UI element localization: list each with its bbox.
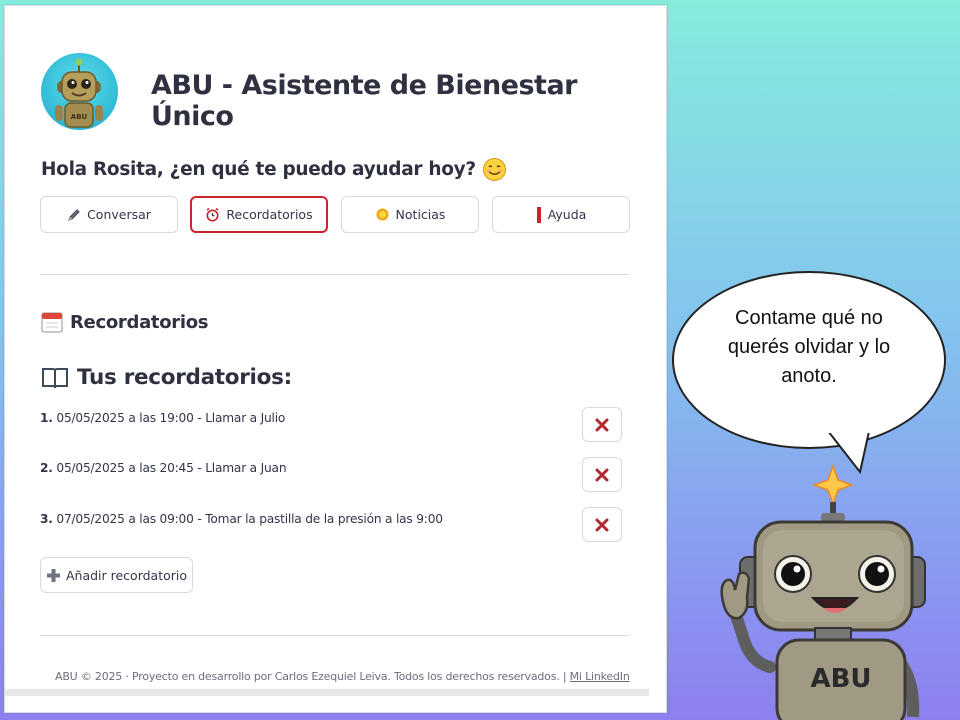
speech-bubble: Contame qué no querés olvidar y lo anoto… xyxy=(672,271,946,449)
robot-logo-icon: ABU xyxy=(55,58,103,128)
reminder-text: 07/05/2025 a las 09:00 - Tomar la pastil… xyxy=(56,512,443,526)
delete-reminder-button[interactable] xyxy=(582,507,622,542)
plus-icon xyxy=(46,568,60,582)
delete-reminder-button[interactable] xyxy=(582,407,622,442)
horizontal-scrollbar[interactable] xyxy=(5,689,649,696)
close-icon xyxy=(595,418,609,431)
reminder-number: 2. xyxy=(40,461,53,475)
nav-ayuda-label: Ayuda xyxy=(547,207,587,222)
sun-icon xyxy=(376,208,389,221)
logo-label: ABU xyxy=(71,113,88,121)
add-reminder-button[interactable]: Añadir recordatorio xyxy=(40,557,193,593)
nav-recordatorios-button[interactable]: Recordatorios xyxy=(190,196,328,233)
nav-ayuda-button[interactable]: Ayuda xyxy=(492,196,630,233)
reminder-item: 3. 07/05/2025 a las 09:00 - Tomar la pas… xyxy=(40,512,443,526)
calendar-icon xyxy=(41,312,63,333)
footer-text: ABU © 2025 · Proyecto en desarrollo por … xyxy=(55,670,567,683)
abu-logo: ABU xyxy=(41,53,118,130)
close-icon xyxy=(595,468,609,481)
alarm-clock-icon xyxy=(206,207,219,222)
section-title: Recordatorios xyxy=(41,311,209,333)
open-book-icon xyxy=(42,367,68,388)
greeting: Hola Rosita, ¿en qué te puedo ayudar hoy… xyxy=(41,157,507,182)
nav-conversar-label: Conversar xyxy=(87,207,151,222)
close-icon xyxy=(595,518,609,531)
nav-recordatorios-label: Recordatorios xyxy=(226,207,313,222)
sparkle-icon xyxy=(811,463,855,507)
pencil-icon xyxy=(68,208,80,221)
section-title-text: Recordatorios xyxy=(70,311,209,333)
mascot-label: ABU xyxy=(810,664,871,694)
reminder-text: 05/05/2025 a las 20:45 - Llamar a Juan xyxy=(56,461,287,475)
nav-noticias-label: Noticias xyxy=(395,207,446,222)
divider-top xyxy=(40,274,629,275)
reminders-subtitle: Tus recordatorios: xyxy=(41,365,292,390)
divider-bottom xyxy=(40,635,629,636)
nav-noticias-button[interactable]: Noticias xyxy=(341,196,479,233)
reminder-text: 05/05/2025 a las 19:00 - Llamar a Julio xyxy=(56,411,286,425)
nav-conversar-button[interactable]: Conversar xyxy=(40,196,178,233)
red-bar-icon xyxy=(536,206,541,223)
main-nav: Conversar Recordatorios Noticias Ayuda xyxy=(40,196,630,233)
add-reminder-label: Añadir recordatorio xyxy=(65,567,188,583)
reminder-number: 3. xyxy=(40,512,53,526)
smiling-face-icon xyxy=(482,158,506,181)
app-window: ABU ABU - Asistente de Bienestar Único H… xyxy=(4,5,667,713)
footer: ABU © 2025 · Proyecto en desarrollo por … xyxy=(55,670,630,683)
reminder-item: 2. 05/05/2025 a las 20:45 - Llamar a Jua… xyxy=(40,461,287,475)
app-title: ABU - Asistente de Bienestar Único xyxy=(151,70,578,132)
speech-bubble-text: Contame qué no querés olvidar y lo anoto… xyxy=(727,306,891,387)
reminder-number: 1. xyxy=(40,411,53,425)
reminders-subtitle-text: Tus recordatorios: xyxy=(77,365,292,390)
delete-reminder-button[interactable] xyxy=(582,457,622,492)
abu-robot-mascot: ABU xyxy=(720,463,926,720)
greeting-text: Hola Rosita, ¿en qué te puedo ayudar hoy… xyxy=(41,159,476,180)
linkedin-link[interactable]: Mi LinkedIn xyxy=(570,670,630,683)
reminder-item: 1. 05/05/2025 a las 19:00 - Llamar a Jul… xyxy=(40,411,285,425)
